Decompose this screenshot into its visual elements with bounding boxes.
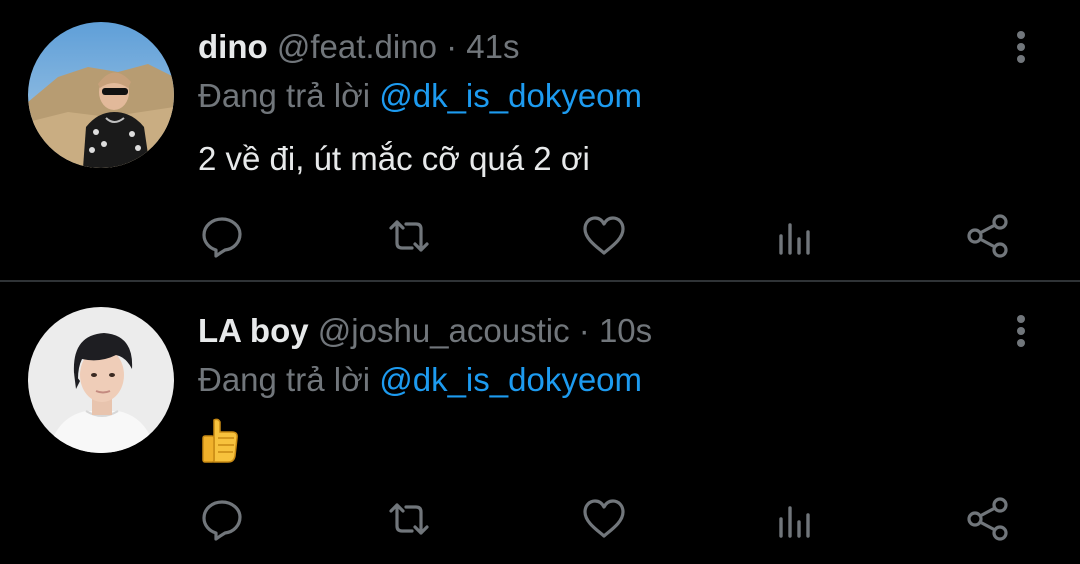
tweet-divider: [0, 280, 1080, 282]
reply-icon: [202, 500, 242, 541]
like-button[interactable]: [579, 494, 629, 544]
profile-photo-icon: [28, 22, 174, 168]
avatar[interactable]: [28, 22, 174, 168]
replying-to: Đang trả lời @dk_is_dokyeom: [198, 360, 642, 400]
separator: ·: [578, 312, 590, 349]
user-handle[interactable]: @feat.dino: [277, 28, 437, 65]
like-icon: [583, 216, 625, 255]
share-icon: [967, 497, 1008, 541]
like-icon: [583, 499, 625, 538]
timestamp[interactable]: 10s: [599, 312, 652, 349]
avatar[interactable]: [28, 307, 174, 453]
reply-button[interactable]: [197, 494, 247, 544]
thumbs-up-emoji-icon: [200, 416, 240, 464]
user-handle[interactable]: @joshu_acoustic: [318, 312, 570, 349]
share-button[interactable]: [963, 494, 1013, 544]
display-name[interactable]: dino: [198, 28, 268, 65]
tweet-2[interactable]: LA boy @joshu_acoustic · 10s Đang trả lờ…: [0, 283, 1080, 564]
more-options-icon[interactable]: [1008, 27, 1034, 67]
tweet-header: LA boy @joshu_acoustic · 10s: [198, 311, 652, 351]
share-icon: [967, 214, 1008, 258]
timestamp[interactable]: 41s: [466, 28, 519, 65]
replying-to-label: Đang trả lời: [198, 77, 371, 114]
retweet-button[interactable]: [384, 211, 434, 261]
retweet-icon: [389, 503, 429, 535]
reply-icon: [202, 217, 242, 258]
analytics-button[interactable]: [771, 494, 821, 544]
reply-button[interactable]: [197, 211, 247, 261]
retweet-icon: [389, 220, 429, 252]
tweet-actions: [0, 494, 1080, 544]
retweet-button[interactable]: [384, 494, 434, 544]
tweet-actions: [0, 211, 1080, 261]
mention-link[interactable]: @dk_is_dokyeom: [379, 361, 642, 398]
replying-to: Đang trả lời @dk_is_dokyeom: [198, 76, 642, 116]
more-options-icon[interactable]: [1008, 311, 1034, 351]
display-name[interactable]: LA boy: [198, 312, 309, 349]
analytics-icon: [779, 506, 810, 538]
tweet-text: 2 về đi, út mắc cỡ quá 2 ơi: [198, 140, 590, 177]
separator: ·: [446, 28, 458, 65]
tweet-1[interactable]: dino @feat.dino · 41s Đang trả lời @dk_i…: [0, 0, 1080, 281]
profile-photo-icon: [28, 307, 174, 453]
tweet-header: dino @feat.dino · 41s: [198, 27, 520, 67]
like-button[interactable]: [579, 211, 629, 261]
share-button[interactable]: [963, 211, 1013, 261]
analytics-icon: [779, 223, 810, 255]
analytics-button[interactable]: [771, 211, 821, 261]
mention-link[interactable]: @dk_is_dokyeom: [379, 77, 642, 114]
replying-to-label: Đang trả lời: [198, 361, 371, 398]
